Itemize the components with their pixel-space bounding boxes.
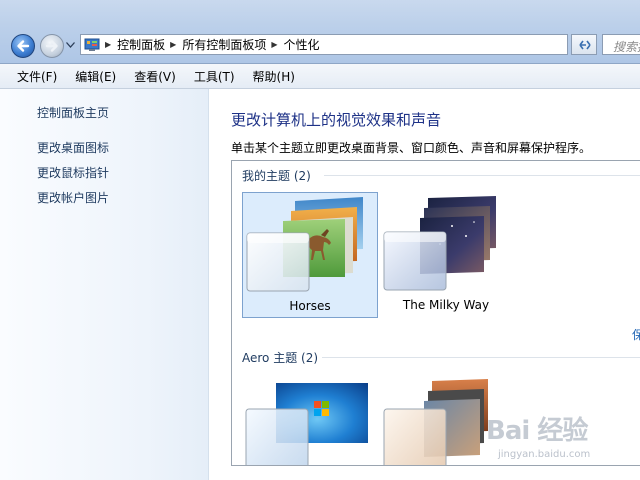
windows-7-preview-image (245, 383, 368, 465)
milky-way-preview-image (383, 196, 496, 291)
baidu-watermark: Bai 经验 jingyan.baidu.com (486, 408, 616, 468)
theme-tile-windows-7[interactable] (242, 375, 378, 465)
save-theme-link[interactable]: 保 (632, 326, 640, 343)
theme-name-milky-way: The Milky Way (402, 298, 490, 312)
address-bar[interactable]: ▶ 控制面板 ▶ 所有控制面板项 ▶ 个性化 (80, 34, 568, 55)
refresh-button[interactable] (571, 34, 597, 55)
breadcrumb-all-items[interactable]: 所有控制面板项 (182, 36, 266, 53)
watermark-url: jingyan.baidu.com (498, 449, 591, 460)
breadcrumb-control-panel[interactable]: 控制面板 (117, 36, 165, 53)
breadcrumb-chevron-icon[interactable]: ▶ (271, 40, 277, 49)
page-subtitle: 单击某个主题立即更改桌面背景、窗口颜色、声音和屏幕保护程序。 (231, 141, 592, 155)
task-pane: 控制面板主页 更改桌面图标 更改鼠标指针 更改帐户图片 (0, 89, 209, 480)
back-arrow-icon (17, 40, 30, 52)
refresh-icon (579, 40, 591, 50)
recent-pages-icon[interactable] (66, 42, 75, 48)
sidebar-link-mouse-pointers[interactable]: 更改鼠标指针 (37, 164, 109, 181)
breadcrumb-chevron-icon: ▶ (105, 40, 112, 49)
menu-file[interactable]: 文件(F) (9, 68, 65, 85)
forward-button[interactable] (40, 34, 64, 58)
menu-view[interactable]: 查看(V) (126, 68, 184, 85)
group-header-my-themes: 我的主题 (2) (242, 169, 311, 183)
breadcrumb-chevron-icon[interactable]: ▶ (170, 40, 176, 49)
control-panel-icon (84, 38, 100, 51)
theme-name-horses: Horses (289, 299, 331, 313)
sidebar-link-account-picture[interactable]: 更改帐户图片 (37, 189, 109, 206)
watermark-logo: Bai 经验 (486, 416, 588, 446)
menu-tools[interactable]: 工具(T) (186, 68, 243, 85)
breadcrumb-personalization[interactable]: 个性化 (284, 36, 320, 53)
theme-tile-horses[interactable]: Horses (242, 192, 378, 318)
group-header-aero-themes: Aero 主题 (2) (242, 351, 319, 365)
sidebar-link-control-panel-home[interactable]: 控制面板主页 (37, 104, 109, 121)
menu-help[interactable]: 帮助(H) (245, 68, 303, 85)
theme-tile-milky-way[interactable]: The Milky Way (378, 192, 514, 318)
back-button[interactable] (11, 34, 35, 58)
page-title: 更改计算机上的视觉效果和声音 (231, 111, 442, 129)
group-divider (324, 175, 640, 176)
menu-edit[interactable]: 编辑(E) (67, 68, 124, 85)
forward-arrow-icon (45, 40, 58, 52)
group-divider (322, 357, 640, 358)
search-input[interactable]: 搜索控 (602, 34, 640, 55)
title-address-bar: ▶ 控制面板 ▶ 所有控制面板项 ▶ 个性化 搜索控 (0, 0, 640, 64)
horses-preview-image (246, 197, 363, 292)
sidebar-link-desktop-icons[interactable]: 更改桌面图标 (37, 139, 109, 156)
menu-bar: 文件(F) 编辑(E) 查看(V) 工具(T) 帮助(H) (0, 64, 640, 89)
